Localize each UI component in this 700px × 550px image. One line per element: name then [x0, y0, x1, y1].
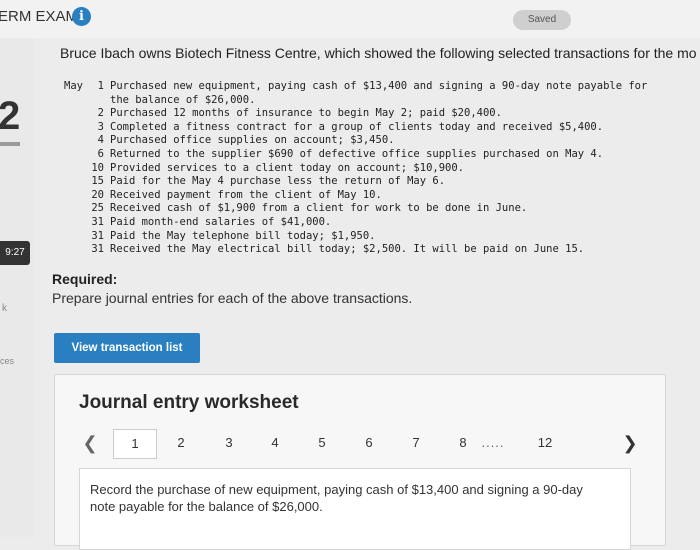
tx-day: 2: [97, 107, 104, 120]
required-instructions: Prepare journal entries for each of the …: [52, 290, 413, 306]
page-ellipsis: .....: [481, 435, 505, 450]
timer: 9:27: [0, 241, 30, 265]
tx-continuation: the balance of $26,000.: [110, 93, 256, 106]
tx-month: [64, 162, 82, 176]
problem-intro: Bruce Ibach owns Biotech Fitness Centre,…: [60, 45, 697, 61]
tx-text: Completed a fitness contract for a group…: [110, 120, 604, 133]
transaction-row: May 1 Purchased new equipment, paying ca…: [64, 80, 684, 94]
page-5[interactable]: 5: [312, 429, 332, 457]
tx-month: [64, 121, 82, 135]
tx-text: Received cash of $1,900 from a client fo…: [110, 202, 528, 215]
transaction-row: 31 Paid month-end salaries of $41,000.: [64, 216, 684, 230]
tx-month: [64, 202, 82, 216]
journal-entry-worksheet: Journal entry worksheet ❮ 1 2 3 4 5 6 7 …: [54, 374, 666, 550]
left-rail: 2 9:27 k ces: [0, 38, 34, 537]
transaction-row: 6 Returned to the supplier $690 of defec…: [64, 148, 684, 162]
tx-month: [64, 148, 82, 162]
transaction-row: 3 Completed a fitness contract for a gro…: [64, 121, 684, 135]
tx-day: 15: [91, 175, 104, 188]
transaction-row: 31 Received the May electrical bill toda…: [64, 243, 684, 257]
top-bar: ERM EXAM i Saved: [0, 0, 700, 38]
tx-day: 6: [97, 147, 104, 160]
tx-text: Purchased 12 months of insurance to begi…: [110, 107, 502, 120]
required-heading: Required:: [52, 271, 118, 287]
page-8[interactable]: 8: [453, 429, 473, 457]
rail-label-k: k: [2, 303, 7, 314]
transaction-row: 20 Received payment from the client of M…: [64, 189, 684, 203]
tx-day: 4: [97, 134, 104, 147]
chevron-right-icon[interactable]: ❯: [621, 429, 639, 457]
tx-month: [64, 134, 82, 148]
transaction-row: 10 Provided services to a client today o…: [64, 162, 684, 176]
tx-text: Paid the May telephone bill today; $1,95…: [110, 229, 376, 242]
page-3[interactable]: 3: [219, 429, 239, 457]
transaction-row: 2 Purchased 12 months of insurance to be…: [64, 107, 684, 121]
transaction-row: 25 Received cash of $1,900 from a client…: [64, 202, 684, 216]
tx-day: 25: [91, 202, 104, 215]
transaction-row: 15 Paid for the May 4 purchase less the …: [64, 175, 684, 189]
page-6[interactable]: 6: [359, 429, 379, 457]
tx-text: Provided services to a client today on a…: [110, 161, 465, 174]
transaction-row: 4 Purchased office supplies on account; …: [64, 134, 684, 148]
worksheet-pager: ❮ 1 2 3 4 5 6 7 8 ..... 12 ❯: [55, 429, 665, 459]
entry-description: Record the purchase of new equipment, pa…: [90, 482, 583, 514]
worksheet-title: Journal entry worksheet: [79, 392, 299, 413]
tx-text: Purchased office supplies on account; $3…: [110, 134, 395, 147]
tx-text: Purchased new equipment, paying cash of …: [110, 80, 648, 92]
info-icon[interactable]: i: [72, 7, 91, 26]
tx-day: 10: [91, 161, 104, 174]
tx-month: [64, 230, 82, 244]
rail-label-ces: ces: [0, 356, 15, 366]
saved-status-badge: Saved: [513, 10, 571, 30]
tx-day: 3: [97, 120, 104, 133]
tx-day: 20: [91, 188, 104, 201]
tx-month: May: [64, 80, 83, 92]
tx-month: [64, 189, 82, 203]
step-number: 2: [0, 94, 21, 138]
page-1[interactable]: 1: [113, 429, 157, 459]
page-2[interactable]: 2: [171, 429, 191, 457]
tx-text: Received payment from the client of May …: [110, 188, 382, 201]
tx-text: Received the May electrical bill today; …: [110, 243, 585, 256]
tx-text: Returned to the supplier $690 of defecti…: [110, 147, 604, 160]
entry-description-box: Record the purchase of new equipment, pa…: [79, 468, 631, 550]
chevron-left-icon[interactable]: ❮: [81, 429, 99, 457]
tx-day: 31: [91, 215, 104, 228]
page-12[interactable]: 12: [533, 429, 557, 457]
rail-divider: [0, 142, 20, 146]
tx-day: 1: [97, 80, 104, 92]
tx-month: [64, 216, 82, 230]
tx-month: [64, 107, 82, 121]
exam-title: ERM EXAM: [0, 8, 79, 25]
tx-month: [64, 243, 82, 257]
tx-text: Paid month-end salaries of $41,000.: [110, 215, 332, 228]
transaction-list: May 1 Purchased new equipment, paying ca…: [64, 80, 684, 257]
tx-day: 31: [91, 229, 104, 242]
page-4[interactable]: 4: [265, 429, 285, 457]
transaction-row: 31 Paid the May telephone bill today; $1…: [64, 230, 684, 244]
page-7[interactable]: 7: [406, 429, 426, 457]
tx-day: 31: [91, 243, 104, 256]
tx-month: [64, 175, 82, 189]
view-transaction-list-button[interactable]: View transaction list: [54, 333, 200, 363]
tx-text: Paid for the May 4 purchase less the ret…: [110, 175, 446, 188]
